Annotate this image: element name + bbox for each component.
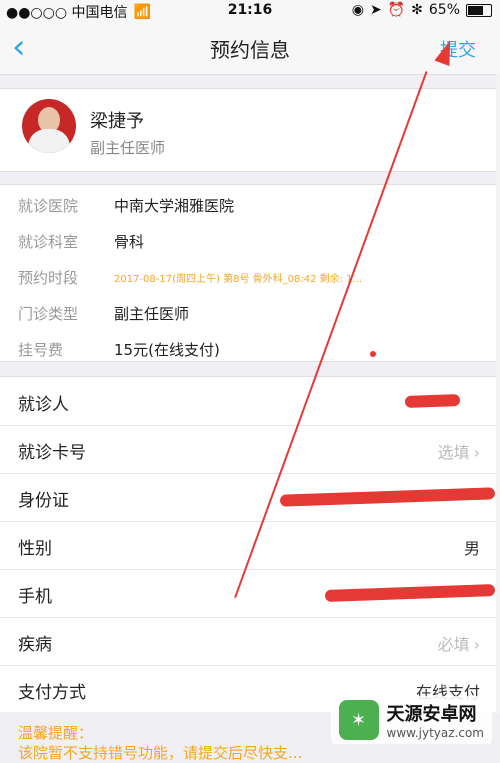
watermark-logo: ✶ [338, 700, 379, 740]
doctor-card: 梁捷予 副主任医师 [0, 88, 500, 172]
type-label: 门诊类型 [18, 304, 79, 323]
patient-redaction [404, 394, 461, 408]
type-value: 副主任医师 [114, 304, 190, 323]
tips-text: 该院暂不支持错号功能，请提交后尽快支... [18, 744, 303, 762]
id-redaction [279, 487, 496, 507]
fee-value: 15元(在线支付) [114, 340, 220, 359]
gender-label: 性别 [18, 539, 52, 559]
battery-icon [466, 3, 492, 17]
time-row: 预约时段 2017-08-17(周四上午) 第8号 骨外科_08:42 剩余: … [18, 259, 490, 295]
alarm-icon: ⏰ [387, 2, 406, 18]
department-row: 就诊科室 骨科 [18, 223, 490, 259]
chevron-right-icon: › [473, 443, 480, 462]
hospital-label: 就诊医院 [18, 196, 79, 215]
disease-row[interactable]: 疾病 必填 › [0, 617, 500, 666]
lock-icon: ◉ [351, 2, 364, 18]
page-title: 预约信息 [210, 38, 290, 62]
location-icon: ➤ [369, 2, 382, 18]
watermark-url: www.jytyaz.com [386, 726, 485, 740]
hospital-row: 就诊医院 中南大学湘雅医院 [18, 187, 490, 223]
annotation-dot [370, 351, 376, 357]
disease-value: 必填 › [437, 635, 480, 654]
watermark-title: 天源安卓网 [386, 704, 477, 725]
type-row: 门诊类型 副主任医师 [18, 295, 490, 331]
bluetooth-icon: ✻ [411, 2, 423, 18]
id-row[interactable]: 身份证 [0, 473, 500, 522]
time-label: 预约时段 [18, 268, 79, 287]
card-row[interactable]: 就诊卡号 选填 › [0, 425, 500, 474]
time-value: 2017-08-17(周四上午) 第8号 骨外科_08:42 剩余: 1... [114, 273, 363, 285]
disease-label: 疾病 [18, 635, 52, 655]
id-label: 身份证 [18, 491, 69, 511]
hospital-value: 中南大学湘雅医院 [114, 196, 235, 215]
gender-value: 男 [463, 539, 480, 558]
watermark: ✶ 天源安卓网 www.jytyaz.com [330, 696, 492, 744]
doctor-avatar [22, 99, 76, 153]
card-label: 就诊卡号 [18, 443, 86, 463]
fee-label: 挂号费 [18, 340, 64, 359]
department-label: 就诊科室 [18, 232, 79, 251]
navigation-bar: ‹ 预约信息 提交 [0, 22, 500, 75]
right-edge [496, 74, 500, 714]
chevron-right-icon: › [473, 635, 480, 654]
payment-label: 支付方式 [18, 683, 86, 703]
department-value: 骨科 [114, 232, 145, 251]
doctor-title: 副主任医师 [90, 139, 166, 157]
card-value: 选填 › [437, 443, 480, 462]
battery-text: 65% [428, 2, 460, 18]
phone-label: 手机 [18, 587, 52, 607]
patient-label: 就诊人 [18, 395, 69, 415]
gender-row[interactable]: 性别 男 [0, 521, 500, 570]
phone-row[interactable]: 手机 [0, 569, 500, 618]
appointment-form: 就诊人 就诊卡号 选填 › 身份证 性别 男 手机 疾病 必填 › 支付方式 在线支… [0, 376, 500, 714]
appointment-info: 就诊医院 中南大学湘雅医院 就诊科室 骨科 预约时段 2017-08-17(周四… [0, 184, 500, 362]
fee-row: 挂号费 15元(在线支付) [18, 331, 490, 367]
tips-title: 温馨提醒： [18, 724, 94, 742]
status-bar: ●●○○○ 中国电信 📶 21:16 ◉ ➤ ⏰ ✻ 65% [0, 0, 500, 22]
doctor-name: 梁捷予 [90, 111, 144, 132]
patient-row[interactable]: 就诊人 [0, 377, 500, 426]
phone-redaction [324, 584, 496, 602]
